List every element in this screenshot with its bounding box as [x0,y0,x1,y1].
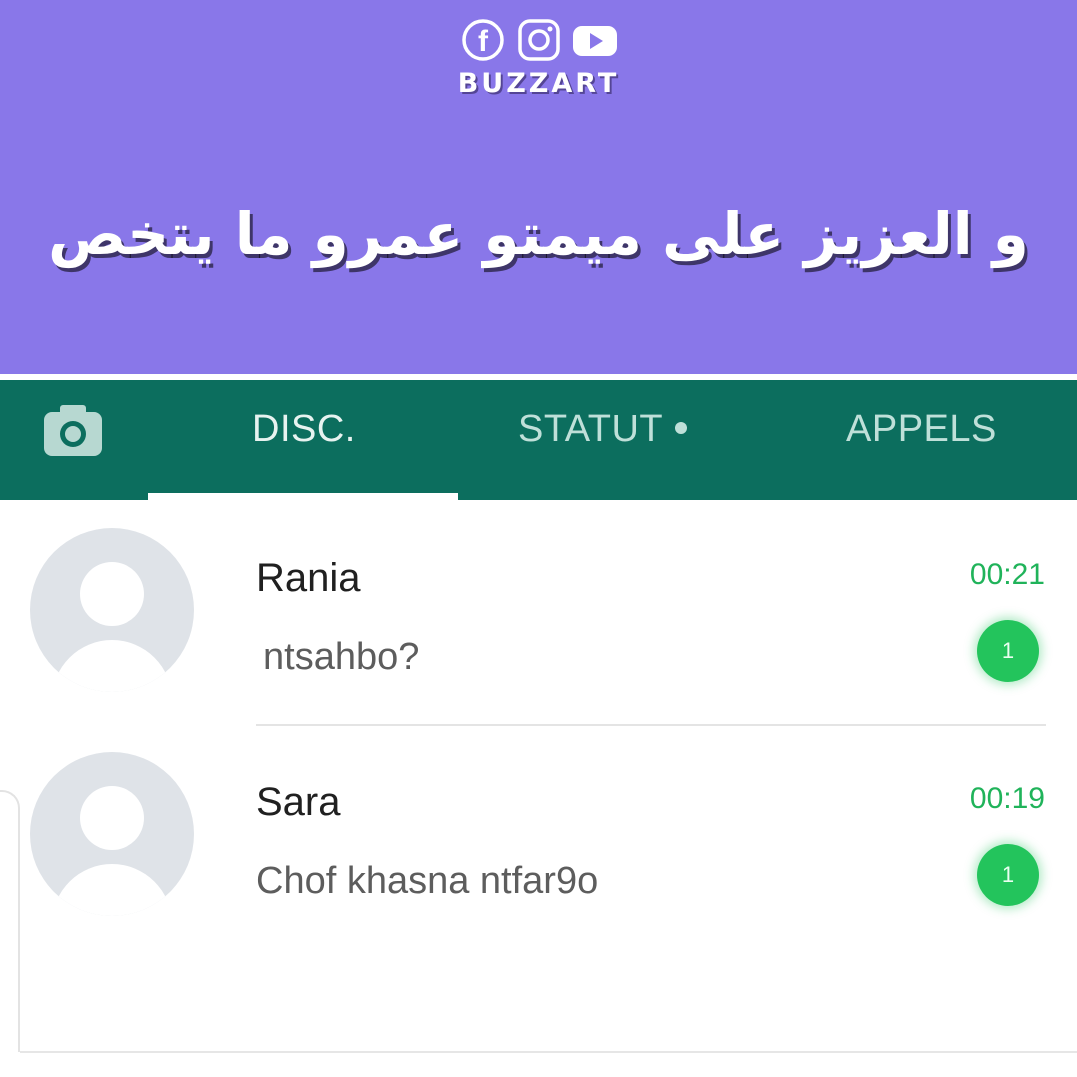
tab-status[interactable]: STATUT [518,408,688,451]
instagram-icon [514,18,564,62]
message-preview: Chof khasna ntfar9o [256,860,599,902]
avatar-body [52,640,172,692]
meme-caption: و العزيز على ميمتو عمرو ما يتخص [48,200,1029,268]
svg-text:f: f [478,25,489,58]
message-time: 00:19 [969,782,1045,815]
camera-icon[interactable] [42,402,104,458]
tab-discussions-label: DISC. [252,408,356,450]
social-icons: f [458,18,620,62]
app-bar: DISC. STATUT APPELS [0,380,1077,500]
avatar[interactable] [30,752,194,916]
avatar[interactable] [30,528,194,692]
avatar-head [80,786,144,850]
tab-status-label: STATUT [518,408,664,450]
tab-calls-label: APPELS [846,408,997,450]
message-preview: ntsahbo? [263,636,420,678]
avatar-head [80,562,144,626]
brand-name: BUZZART [457,68,620,99]
divider [256,724,1046,726]
active-tab-indicator [148,493,458,501]
unread-badge: 1 [977,620,1039,682]
contact-name: Rania [256,556,361,600]
bottom-divider [20,1051,1077,1053]
edge-border [0,790,20,1052]
youtube-icon [570,18,620,62]
unread-badge: 1 [977,844,1039,906]
brand-logo: f BUZZART [0,18,1077,99]
chat-list-item[interactable]: Rania ntsahbo? 00:21 1 [0,528,1077,728]
tab-discussions[interactable]: DISC. [252,408,356,451]
message-time: 00:21 [969,558,1045,591]
avatar-body [52,864,172,916]
facebook-icon: f [458,18,508,62]
top-banner: f BUZZART و العزيز على ميمتو عمرو ما يتخ… [0,0,1077,374]
contact-name: Sara [256,780,341,824]
new-status-dot [675,421,688,434]
chat-list-item[interactable]: Sara Chof khasna ntfar9o 00:19 1 [0,752,1077,952]
tab-calls[interactable]: APPELS [846,408,997,451]
